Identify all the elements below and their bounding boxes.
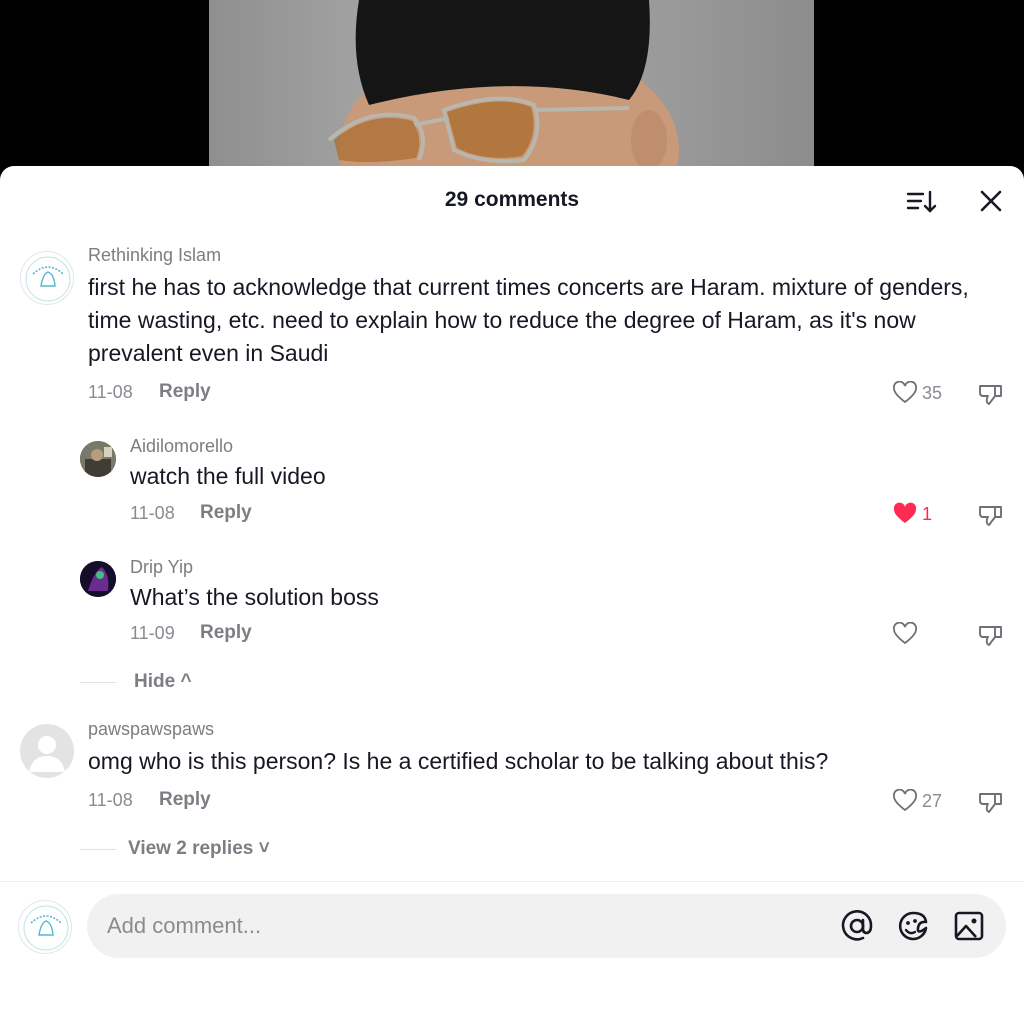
comment-input[interactable] (107, 894, 807, 958)
avatar[interactable] (20, 251, 74, 305)
composer-divider (0, 881, 1024, 882)
like-count: 27 (922, 790, 943, 811)
like-button[interactable]: 27 (892, 789, 942, 813)
emoji-icon[interactable] (895, 908, 931, 944)
like-count: 1 (922, 503, 933, 524)
image-icon[interactable] (951, 908, 987, 944)
sheet-header: 29 comments (0, 166, 1024, 236)
reply-author[interactable]: Aidilomorello (130, 436, 233, 457)
sort-icon[interactable] (905, 188, 939, 216)
my-avatar[interactable] (18, 900, 72, 954)
heart-icon (893, 622, 917, 645)
like-button[interactable]: 35 (892, 381, 942, 405)
reply-date: 11-09 (130, 623, 175, 643)
reply-author[interactable]: Drip Yip (130, 557, 193, 578)
avatar[interactable] (20, 724, 74, 778)
thread-divider (80, 849, 116, 850)
reply-button[interactable]: Reply (200, 502, 252, 524)
comment-author[interactable]: Rethinking Islam (88, 245, 221, 266)
heart-icon (893, 381, 917, 404)
reply-button[interactable]: Reply (159, 381, 211, 403)
reply-button[interactable]: Reply (200, 622, 252, 644)
like-button[interactable]: 1 (892, 502, 932, 526)
hide-replies-button[interactable]: Hide ^ (134, 671, 192, 693)
avatar[interactable] (80, 441, 116, 477)
comment-text: first he has to acknowledge that current… (88, 274, 969, 366)
thumbs-down-icon[interactable] (977, 621, 1005, 649)
comments-count-title: 29 comments (444, 188, 580, 211)
thumbs-down-icon[interactable] (977, 380, 1005, 408)
like-button[interactable] (892, 622, 922, 646)
view-replies-button[interactable]: View 2 replies ˅ (128, 838, 270, 860)
comment-input-bar (87, 894, 1006, 958)
comment-author[interactable]: pawspawspaws (88, 719, 214, 740)
video-frame (209, 0, 814, 180)
close-icon[interactable] (976, 186, 1006, 216)
reply-date: 11-08 (130, 503, 175, 523)
like-count: 35 (922, 382, 943, 403)
reply-text: What’s the solution boss (130, 584, 379, 610)
thumbs-down-icon[interactable] (977, 501, 1005, 529)
heart-icon (893, 502, 917, 523)
reply-text: watch the full video (130, 463, 326, 489)
heart-icon (893, 789, 917, 812)
thread-divider (80, 682, 116, 683)
at-sign-icon[interactable] (839, 908, 875, 944)
video-background (0, 0, 1024, 180)
comment-text: omg who is this person? Is he a certifie… (88, 748, 829, 774)
comment-date: 11-08 (88, 790, 133, 810)
video-thumbnail (327, 0, 679, 180)
thumbs-down-icon[interactable] (977, 788, 1005, 816)
reply-button[interactable]: Reply (159, 789, 211, 811)
comment-date: 11-08 (88, 382, 133, 402)
avatar[interactable] (80, 561, 116, 597)
